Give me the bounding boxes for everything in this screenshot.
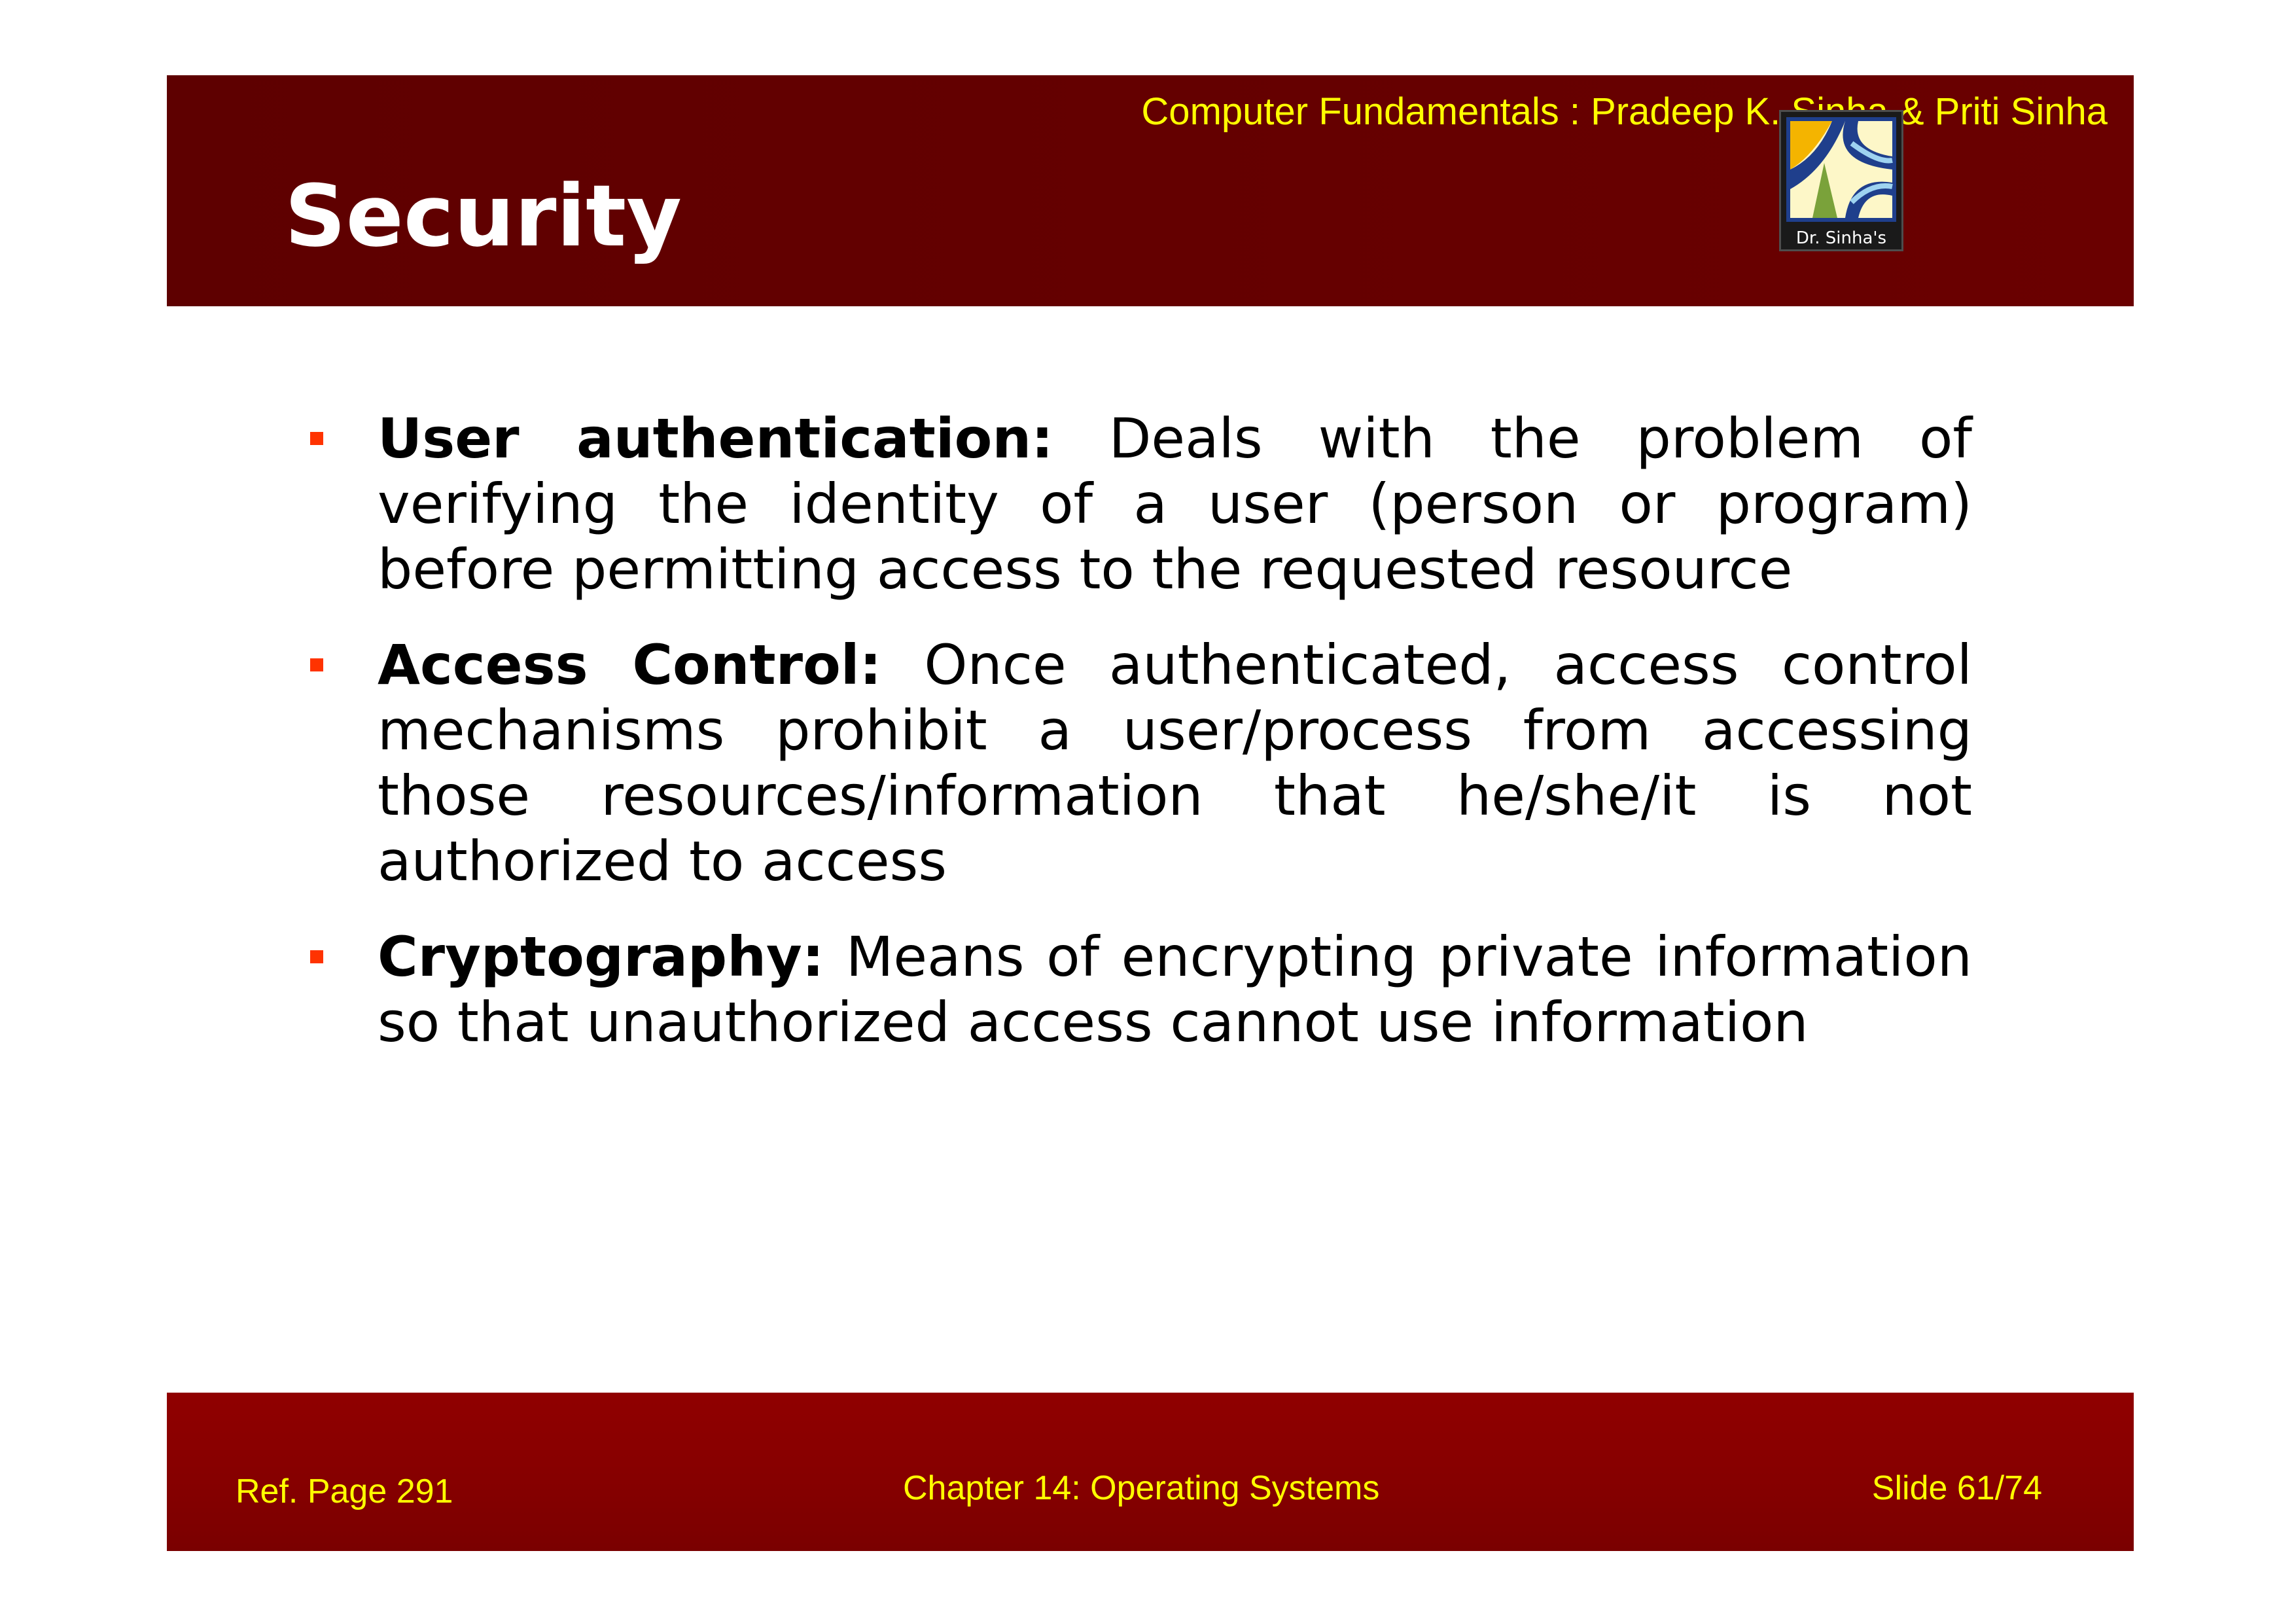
logo-artwork (1786, 117, 1896, 222)
footer-band: Ref. Page 291 Chapter 14: Operating Syst… (167, 1393, 2134, 1551)
square-bullet-icon (310, 658, 323, 671)
bullet-cryptography: Cryptography: Means of encrypting privat… (302, 924, 1972, 1055)
bullet-term: Access Control: (378, 633, 882, 697)
dr-sinhas-logo-icon: Dr. Sinha's (1779, 110, 1903, 251)
square-bullet-icon (310, 432, 323, 445)
bullet-list: User authentication: Deals with the prob… (302, 406, 1972, 1085)
bullet-user-authentication: User authentication: Deals with the prob… (302, 406, 1972, 602)
chapter-label: Chapter 14: Operating Systems (903, 1469, 1380, 1507)
bullet-term: User authentication: (378, 406, 1053, 471)
page-title: Security (285, 166, 682, 266)
book-credit: Computer Fundamentals : Pradeep K. Sinha… (1141, 90, 2108, 133)
ref-page: Ref. Page 291 (236, 1472, 453, 1510)
slide-number: Slide 61/74 (1871, 1469, 2042, 1507)
logo-caption: Dr. Sinha's (1795, 228, 1887, 248)
bullet-access-control: Access Control: Once authenticated, acce… (302, 632, 1972, 894)
bullet-term: Cryptography: (378, 925, 824, 989)
square-bullet-icon (310, 950, 323, 963)
